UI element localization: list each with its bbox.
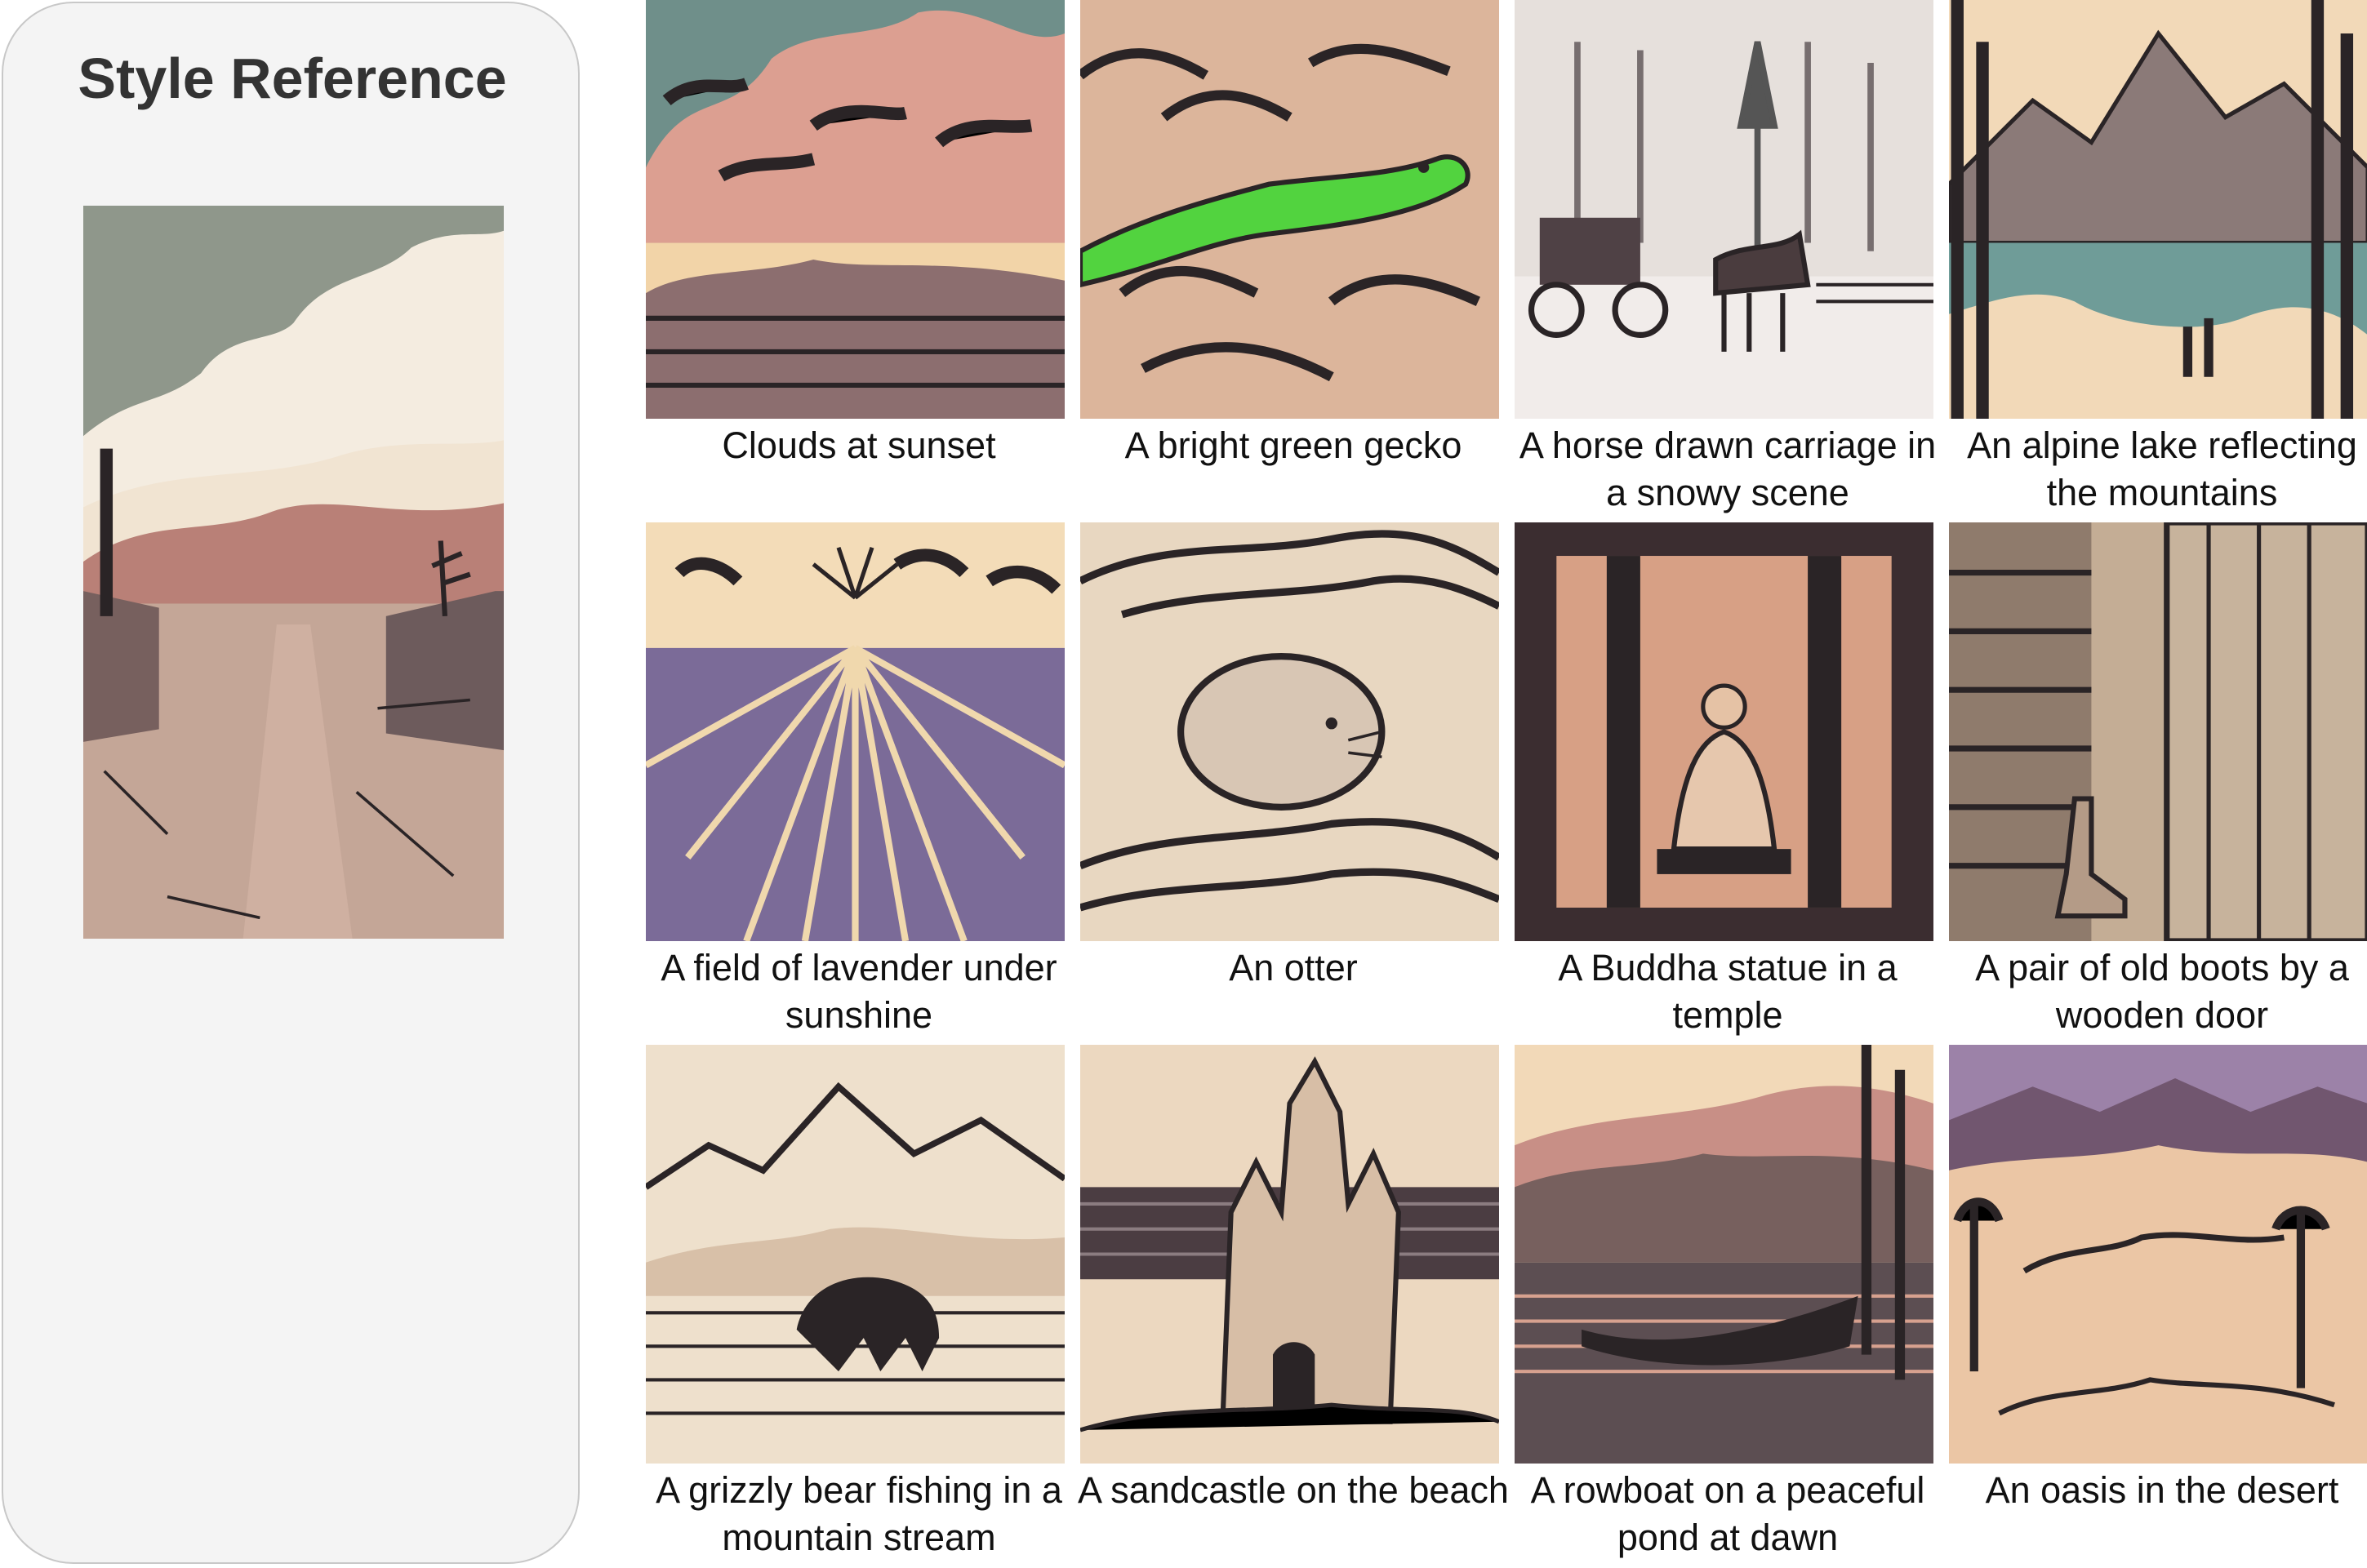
caption-bright-green-gecko: A bright green gecko	[1124, 424, 1462, 466]
style-reference-title: Style Reference	[78, 47, 507, 110]
image-lavender-field	[646, 522, 1065, 941]
image-old-boots-door	[1949, 522, 2367, 941]
figure-canvas: Style Reference Clouds at sunset A brigh…	[0, 0, 2367, 1568]
caption-alpine-lake: An alpine lake reflecting the mountains	[1967, 424, 2357, 513]
caption-clouds-at-sunset: Clouds at sunset	[722, 424, 996, 466]
image-desert-oasis	[1949, 1045, 2367, 1464]
image-horse-drawn-carriage	[1515, 0, 1933, 419]
caption-sandcastle: A sandcastle on the beach	[1078, 1469, 1509, 1511]
image-bright-green-gecko	[1080, 0, 1499, 419]
image-alpine-lake	[1949, 0, 2367, 419]
style-reference-image	[83, 206, 504, 939]
caption-grizzly-bear: A grizzly bear fishing in a mountain str…	[656, 1469, 1062, 1558]
image-rowboat-pond	[1515, 1045, 1933, 1464]
caption-desert-oasis: An oasis in the desert	[1985, 1469, 2339, 1511]
image-buddha-temple	[1515, 522, 1933, 941]
caption-rowboat: A rowboat on a peaceful pond at dawn	[1530, 1469, 1925, 1558]
caption-otter: An otter	[1229, 947, 1358, 988]
image-sandcastle-beach	[1080, 1045, 1499, 1464]
image-grizzly-bear-stream	[646, 1045, 1065, 1464]
caption-horse-drawn-carriage: A horse drawn carriage in a snowy scene	[1519, 424, 1937, 513]
image-otter	[1080, 522, 1499, 941]
image-clouds-at-sunset	[646, 0, 1065, 419]
caption-buddha-temple: A Buddha statue in a temple	[1558, 947, 1898, 1036]
style-reference-panel: Style Reference	[2, 2, 580, 1564]
caption-lavender-field: A field of lavender under sunshine	[661, 947, 1057, 1036]
caption-old-boots-door: A pair of old boots by a wooden door	[1975, 947, 2349, 1036]
